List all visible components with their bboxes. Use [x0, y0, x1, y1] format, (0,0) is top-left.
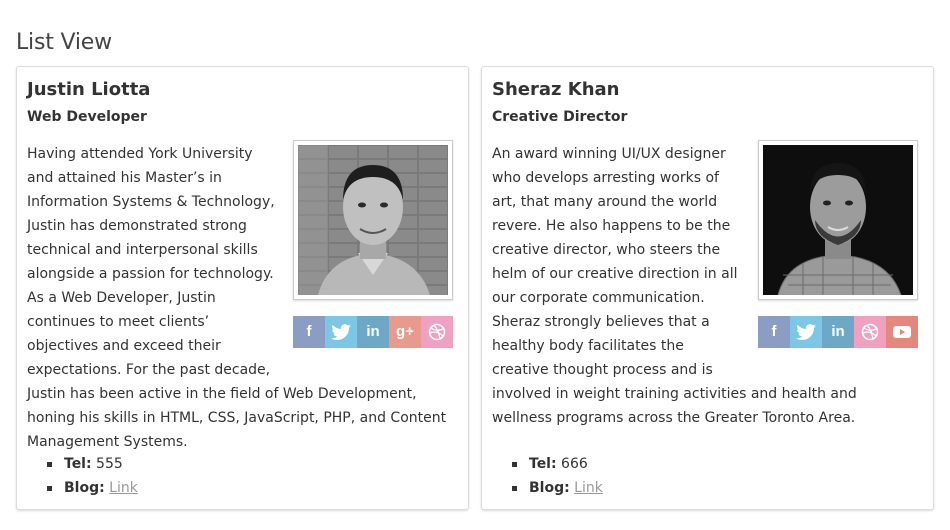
twitter-icon[interactable]: [790, 316, 822, 348]
youtube-icon[interactable]: [886, 316, 918, 348]
linkedin-icon[interactable]: in: [357, 316, 389, 348]
profile-photo: [758, 140, 918, 300]
profile-bio-block: f in g+ Having attended York University …: [27, 140, 453, 454]
tel-label: Tel:: [529, 456, 557, 472]
profile-bio-block: f in An award winning UI/UX designer who…: [492, 140, 918, 430]
contact-list: Tel: 666 Blog: Link: [512, 452, 603, 500]
profile-photo-image: [763, 145, 913, 295]
profile-role: Creative Director: [492, 109, 628, 125]
google-plus-icon[interactable]: g+: [389, 316, 421, 348]
contact-blog: Blog: Link: [512, 476, 603, 500]
blog-link[interactable]: Link: [574, 480, 603, 496]
profile-role: Web Developer: [27, 109, 147, 125]
blog-label: Blog:: [529, 480, 570, 496]
twitter-icon[interactable]: [325, 316, 357, 348]
profile-photo: [293, 140, 453, 300]
contact-list: Tel: 555 Blog: Link: [47, 452, 138, 500]
facebook-icon[interactable]: f: [758, 316, 790, 348]
photo-and-social: f in g+: [293, 140, 455, 380]
dribbble-icon[interactable]: [854, 316, 886, 348]
contact-tel: Tel: 666: [512, 452, 603, 476]
blog-label: Blog:: [64, 480, 105, 496]
contact-tel: Tel: 555: [47, 452, 138, 476]
profile-card-sheraz: Sheraz Khan Creative Director f in An aw…: [481, 66, 934, 510]
social-icons: f in g+: [293, 316, 453, 348]
contact-blog: Blog: Link: [47, 476, 138, 500]
social-icons: f in: [758, 316, 918, 348]
dribbble-icon[interactable]: [421, 316, 453, 348]
tel-value: 555: [96, 456, 123, 472]
photo-and-social: f in: [758, 140, 920, 380]
profile-name: Justin Liotta: [27, 79, 151, 100]
facebook-icon[interactable]: f: [293, 316, 325, 348]
tel-value: 666: [561, 456, 588, 472]
linkedin-icon[interactable]: in: [822, 316, 854, 348]
profile-name: Sheraz Khan: [492, 79, 620, 100]
profile-photo-image: [298, 145, 448, 295]
page-title: List View: [16, 29, 112, 55]
tel-label: Tel:: [64, 456, 92, 472]
profile-card-justin: Justin Liotta Web Developer f in g+ Havi…: [16, 66, 469, 510]
blog-link[interactable]: Link: [109, 480, 138, 496]
